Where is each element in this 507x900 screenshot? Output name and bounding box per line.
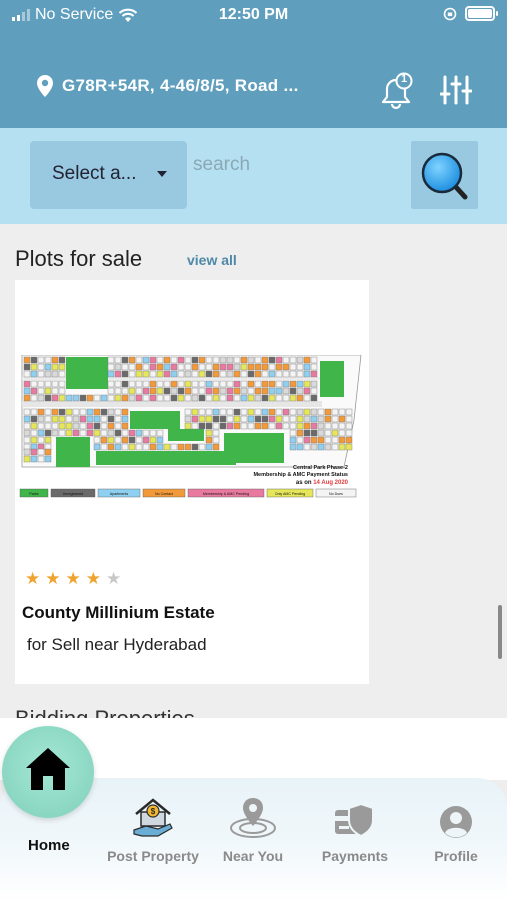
nav-profile[interactable]: Profile bbox=[401, 796, 507, 864]
orientation-lock-icon bbox=[443, 7, 457, 20]
notification-button[interactable]: 1 bbox=[378, 72, 416, 115]
star-icon: ★ bbox=[106, 569, 122, 588]
star-icon: ★ bbox=[45, 569, 61, 588]
home-icon bbox=[26, 748, 70, 790]
legend-label: Unregistered bbox=[63, 492, 84, 496]
location-text: G78R+54R, 4-46/8/5, Road ... bbox=[62, 76, 299, 95]
legend-label: Apartments bbox=[110, 492, 129, 496]
section-title-plots: Plots for sale bbox=[15, 246, 143, 271]
nav-home-label[interactable]: Home bbox=[28, 837, 70, 854]
sliders-icon bbox=[439, 75, 473, 105]
scrollbar-thumb[interactable] bbox=[498, 605, 502, 659]
legend-label: No Contact bbox=[155, 492, 173, 496]
location-pin-icon bbox=[37, 75, 53, 97]
legend-label: Only AMC Pending bbox=[275, 492, 305, 496]
star-icon: ★ bbox=[25, 569, 41, 588]
section-title-bidding: Bidding Properties bbox=[15, 704, 195, 718]
legend-label: No Dues bbox=[329, 492, 343, 496]
status-time: 12:50 PM bbox=[218, 6, 289, 23]
profile-icon bbox=[440, 806, 472, 838]
image-caption-date: 14 Aug 2020 bbox=[313, 480, 348, 486]
search-input[interactable] bbox=[187, 141, 411, 195]
property-card[interactable]: Central Park Phase-2 Membership & AMC Pa… bbox=[15, 280, 369, 684]
location-pin-icon bbox=[230, 798, 276, 838]
rating-stars: ★ ★ ★ ★ ★ bbox=[25, 570, 121, 587]
nav-post-property[interactable]: $ Post Property bbox=[98, 796, 208, 864]
search-icon bbox=[421, 152, 468, 200]
nav-payments[interactable]: Payments bbox=[300, 796, 410, 864]
image-caption-line2: Membership & AMC Payment Status bbox=[253, 472, 348, 478]
nav-post-property-label: Post Property bbox=[107, 848, 199, 864]
payments-icon bbox=[335, 802, 374, 838]
status-bar: No Service 12:50 PM bbox=[0, 0, 507, 32]
image-legend: Parks Unregistered Apartments No Contact Mem… bbox=[19, 488, 357, 498]
notification-count: 1 bbox=[400, 73, 408, 85]
legend-label: Membership & AMC Pending bbox=[203, 492, 249, 496]
nav-profile-label: Profile bbox=[434, 848, 478, 864]
nav-near-you-label: Near You bbox=[222, 848, 284, 864]
svg-text:$: $ bbox=[151, 807, 156, 816]
nav-payments-label: Payments bbox=[321, 848, 389, 864]
chevron-down-icon bbox=[157, 171, 167, 177]
status-right bbox=[443, 6, 498, 21]
battery-icon bbox=[465, 6, 498, 21]
view-all-link[interactable]: view all bbox=[187, 252, 237, 268]
category-select-label: Select a... bbox=[52, 163, 137, 184]
property-title: County Millinium Estate bbox=[22, 603, 215, 622]
category-select[interactable]: Select a... bbox=[30, 141, 187, 209]
filter-button[interactable] bbox=[439, 74, 473, 111]
search-button[interactable] bbox=[411, 141, 478, 209]
legend-label: Parks bbox=[29, 492, 38, 496]
svg-text:as on 14 Aug 2020: as on 14 Aug 2020 bbox=[296, 480, 349, 486]
plot-layout-image: Central Park Phase-2 Membership & AMC Pa… bbox=[18, 354, 364, 501]
post-property-icon: $ bbox=[133, 798, 173, 837]
property-subtitle: for Sell near Hyderabad bbox=[27, 635, 207, 654]
app-header: No Service 12:50 PM G78R+54R, 4-46/8/5, … bbox=[0, 0, 507, 128]
image-caption-line1: Central Park Phase-2 bbox=[293, 465, 348, 471]
star-icon: ★ bbox=[65, 569, 81, 588]
image-caption-prefix: as on bbox=[296, 480, 313, 486]
location-selector[interactable]: G78R+54R, 4-46/8/5, Road ... bbox=[36, 74, 299, 98]
nav-home[interactable] bbox=[2, 726, 94, 818]
bell-icon bbox=[381, 72, 413, 110]
star-icon: ★ bbox=[85, 569, 101, 588]
nav-near-you[interactable]: Near You bbox=[198, 796, 308, 864]
